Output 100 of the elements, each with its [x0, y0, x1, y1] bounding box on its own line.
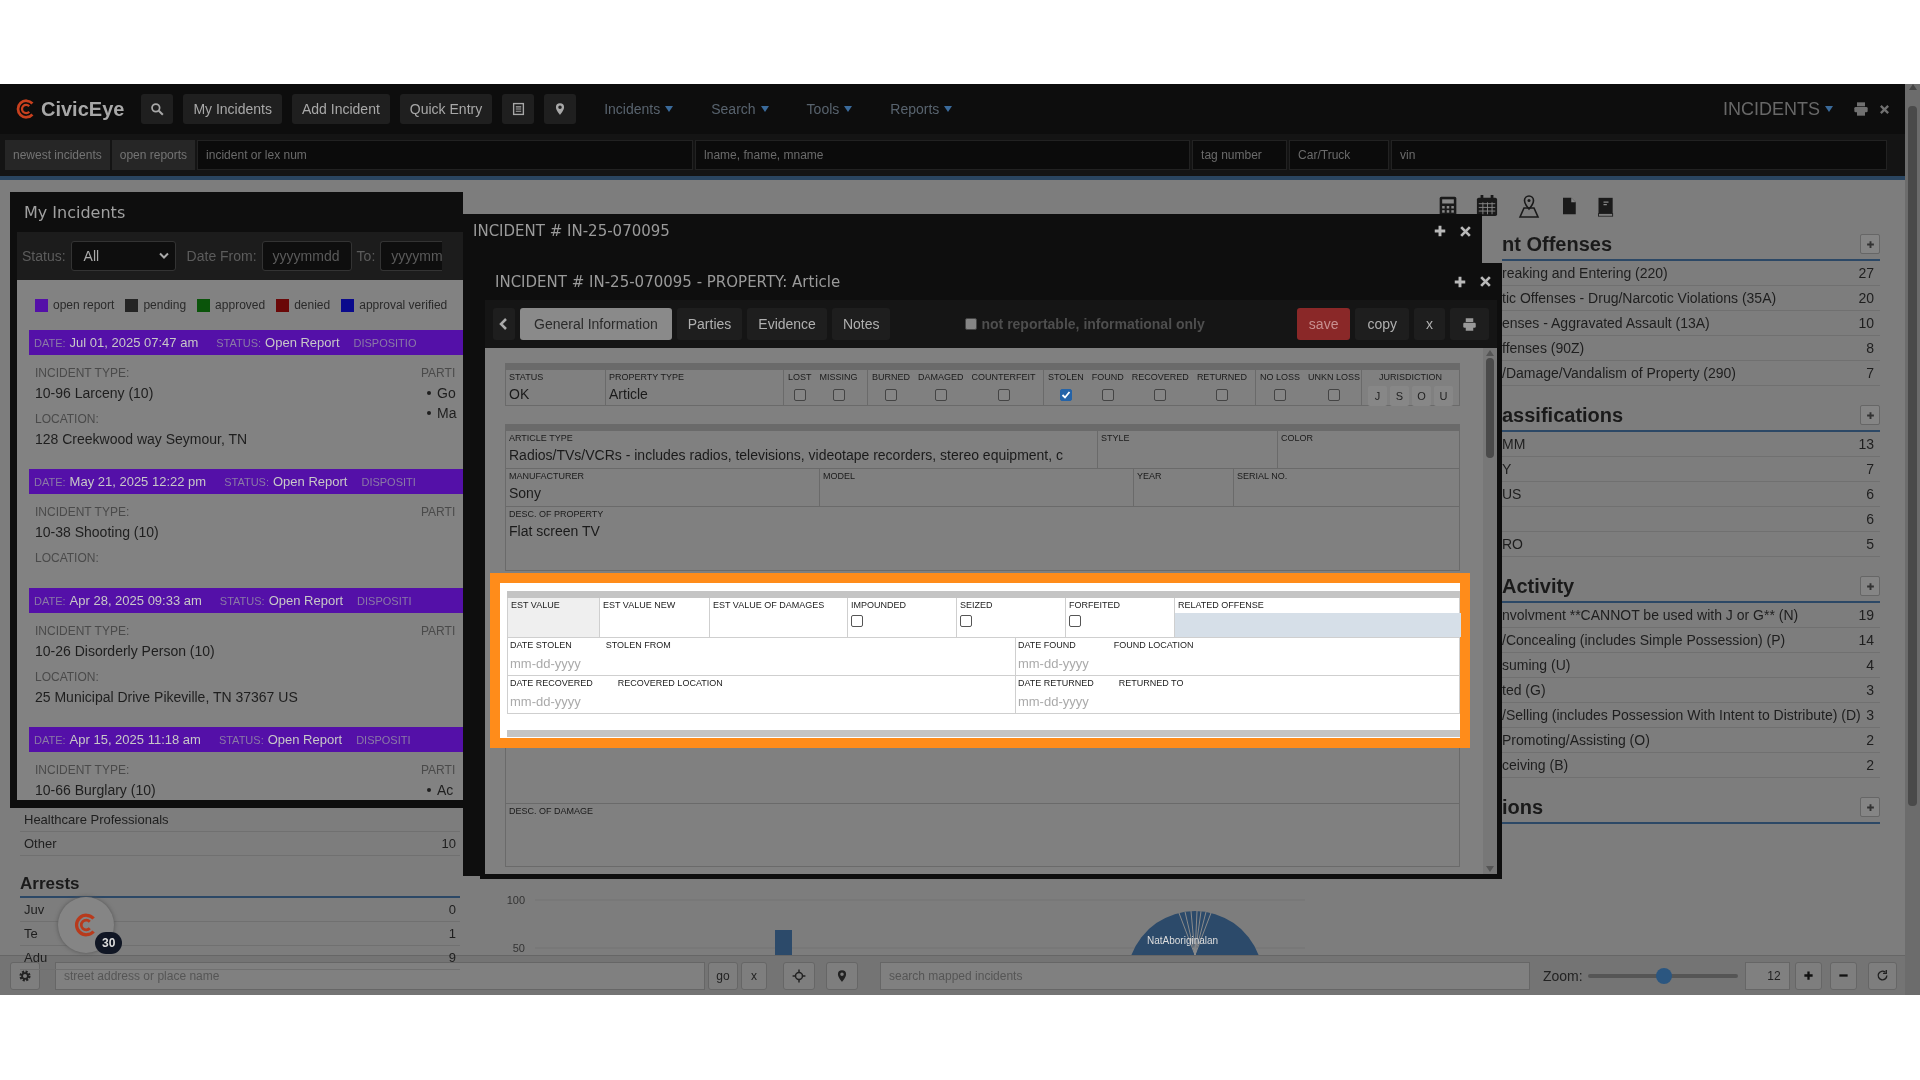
zoom-in-button[interactable]	[1794, 961, 1822, 990]
nav-button[interactable]: Add Incident	[292, 94, 390, 124]
add-button[interactable]	[1860, 234, 1880, 254]
checkbox[interactable]	[1059, 389, 1072, 401]
save-button[interactable]: save	[1296, 308, 1351, 340]
form-field[interactable]: STOLEN FROM	[605, 640, 1013, 673]
maximize-button[interactable]	[1453, 274, 1467, 289]
map-pin-button[interactable]	[544, 94, 577, 124]
form-field[interactable]: RECOVERED LOCATION	[617, 678, 1013, 711]
tab[interactable]: Notes	[831, 308, 891, 340]
checkbox[interactable]	[1328, 389, 1340, 401]
tab[interactable]: Parties	[676, 308, 743, 340]
add-button[interactable]	[1860, 797, 1880, 817]
incident-header[interactable]: DATE: May 21, 2025 12:22 pm STATUS: Open Report DISPOSITI	[29, 469, 463, 494]
map-icon[interactable]	[1516, 195, 1542, 219]
jurisdiction-button[interactable]: O	[1412, 386, 1431, 406]
clear-button[interactable]: x	[741, 961, 767, 990]
checkbox[interactable]	[885, 389, 897, 401]
scrollbar-thumb[interactable]	[1486, 358, 1494, 458]
checkbox[interactable]	[1274, 389, 1286, 401]
nav-button[interactable]: Quick Entry	[399, 94, 493, 124]
checkbox[interactable]	[934, 389, 947, 401]
nav-menu[interactable]: Tools	[796, 101, 863, 117]
search-field[interactable]: incident or lex num	[197, 140, 694, 170]
incident-header[interactable]: DATE: Apr 28, 2025 09:33 am STATUS: Open Report DISPOSITI	[29, 588, 463, 613]
locate-button[interactable]	[783, 961, 815, 990]
map-pin-button[interactable]	[826, 961, 858, 990]
incident-location: 25 Municipal Drive Pikeville, TN 37367 US	[35, 688, 298, 707]
quick-search-button[interactable]: open reports	[111, 140, 196, 170]
close-button[interactable]	[1479, 275, 1492, 288]
search-field[interactable]: lname, fname, mname	[695, 140, 1191, 170]
field-label: INCIDENT TYPE:	[35, 365, 131, 382]
settings-button[interactable]	[10, 961, 40, 990]
calendar-icon[interactable]	[1476, 195, 1498, 217]
date-field[interactable]: yyyymm	[380, 241, 443, 271]
date-field[interactable]: DATE RECOVERED mm-dd-yyyy	[510, 678, 593, 711]
checkbox[interactable]	[960, 615, 972, 627]
tab[interactable]: Evidence	[747, 308, 827, 340]
form-field[interactable]: PROPERTY TYPE Article	[606, 370, 784, 405]
date-field[interactable]: DATE STOLEN mm-dd-yyyy	[510, 640, 581, 673]
nav-button[interactable]: My Incidents	[183, 94, 282, 124]
print-button[interactable]	[1450, 308, 1489, 340]
scrollbar[interactable]	[1483, 348, 1497, 874]
slider-thumb[interactable]	[1656, 967, 1673, 984]
nav-menu[interactable]: Search	[701, 101, 779, 117]
zoom-field[interactable]: 12	[1744, 961, 1790, 990]
jurisdiction-button[interactable]: S	[1390, 386, 1409, 406]
print-button[interactable]	[1853, 101, 1869, 117]
checkbox[interactable]	[793, 389, 806, 401]
search-field[interactable]: vin	[1391, 140, 1888, 170]
jurisdiction-button[interactable]: U	[1434, 386, 1453, 406]
book-icon[interactable]	[1596, 195, 1616, 219]
list-button[interactable]	[502, 94, 535, 124]
form-field[interactable]: DESC. OF PROPERTY Flat screen TV	[506, 507, 1459, 570]
maximize-button[interactable]	[1433, 224, 1447, 238]
action-button[interactable]: copy	[1355, 308, 1409, 340]
status-select[interactable]: All	[70, 241, 176, 271]
form-field[interactable]: DESC. OF DAMAGE	[506, 804, 1459, 866]
form-field[interactable]	[505, 748, 1460, 804]
brand-name[interactable]: CivicEye	[41, 97, 125, 121]
checkbox[interactable]	[997, 389, 1010, 401]
back-button[interactable]	[493, 308, 515, 340]
form-field[interactable]: EST VALUE NEW	[600, 598, 710, 637]
refresh-button[interactable]	[1867, 961, 1897, 990]
close-button[interactable]	[1459, 224, 1472, 238]
checkbox[interactable]	[1154, 389, 1167, 401]
module-menu[interactable]: INCIDENTS	[1723, 98, 1833, 120]
scrollbar[interactable]	[1905, 84, 1920, 995]
date-field[interactable]: DATE FOUND mm-dd-yyyy	[1017, 640, 1089, 673]
checkbox[interactable]	[832, 389, 845, 401]
incident-header[interactable]: DATE: Jul 01, 2025 07:47 am STATUS: Open Report DISPOSITIO	[29, 330, 463, 355]
nav-menu[interactable]: Incidents	[594, 101, 684, 117]
incident-header[interactable]: DATE: Apr 15, 2025 11:18 am STATUS: Open Report DISPOSITI	[29, 727, 463, 752]
jurisdiction-button[interactable]: J	[1368, 386, 1387, 406]
zoom-slider[interactable]	[1587, 967, 1738, 984]
form-field[interactable]: EST VALUE OF DAMAGES	[710, 598, 848, 637]
checkbox[interactable]	[1215, 389, 1228, 401]
checkbox[interactable]	[851, 615, 863, 627]
quick-search-button[interactable]: newest incidents	[5, 140, 110, 170]
search-field[interactable]: Car/Truck	[1289, 140, 1390, 170]
checkbox[interactable]	[1069, 615, 1081, 627]
add-button[interactable]	[1860, 405, 1880, 425]
action-button[interactable]: x	[1414, 308, 1445, 340]
form-field[interactable]: RETURNED TO	[1118, 678, 1457, 711]
search-button[interactable]	[141, 94, 174, 124]
document-icon[interactable]	[1560, 195, 1578, 217]
tab[interactable]: General Information	[520, 308, 672, 340]
checkbox[interactable]	[965, 318, 978, 330]
zoom-out-button[interactable]	[1829, 961, 1857, 990]
add-button[interactable]	[1860, 576, 1880, 596]
incident-type: 10-38 Shooting (10)	[35, 523, 159, 542]
form-field[interactable]: STATUS OK	[506, 370, 606, 405]
scrollbar-thumb[interactable]	[1908, 106, 1917, 806]
checkbox[interactable]	[1101, 389, 1114, 401]
nav-menu[interactable]: Reports	[880, 101, 963, 117]
form-field[interactable]: FOUND LOCATION	[1113, 640, 1457, 673]
search-field[interactable]: tag number	[1192, 140, 1288, 170]
go-button[interactable]: go	[708, 961, 738, 990]
date-field[interactable]: yyyymmdd	[261, 241, 352, 271]
date-field[interactable]: DATE RETURNED mm-dd-yyyy	[1017, 678, 1094, 711]
